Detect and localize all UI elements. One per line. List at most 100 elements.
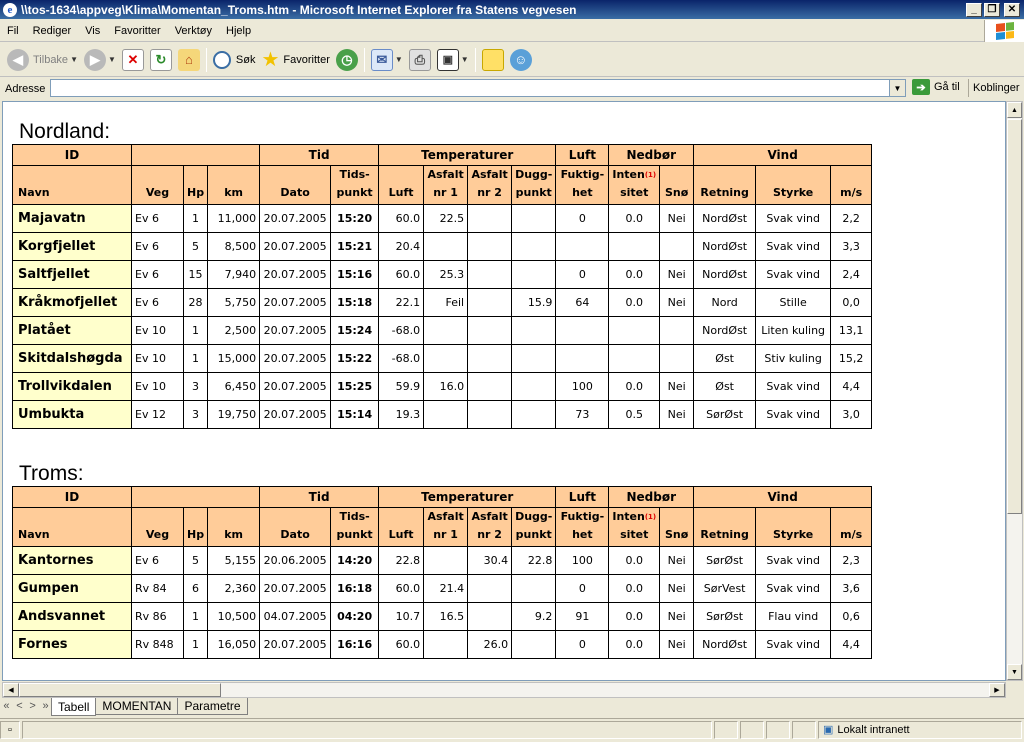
refresh-button[interactable]: ↻ bbox=[147, 46, 175, 74]
cell-styrke: Flau vind bbox=[755, 602, 832, 631]
cell-luft: 19.3 bbox=[378, 400, 425, 429]
cell-hp: 1 bbox=[182, 204, 209, 233]
menu-favorites[interactable]: Favoritter bbox=[107, 25, 167, 37]
prev-sheet-button[interactable]: < bbox=[16, 700, 22, 712]
minimize-button[interactable]: _ bbox=[966, 2, 982, 17]
cell-ms: 4,4 bbox=[830, 372, 873, 401]
cell-tid: 16:18 bbox=[330, 574, 380, 603]
forward-button[interactable]: ▶ ▼ bbox=[81, 46, 119, 74]
tab-tabell[interactable]: Tabell bbox=[51, 698, 97, 716]
chevron-down-icon[interactable]: ▼ bbox=[889, 80, 905, 96]
address-input[interactable]: ▼ bbox=[50, 79, 906, 97]
scroll-up-icon[interactable]: ▲ bbox=[1007, 102, 1022, 118]
col-header-duggpunkt: Dugg-punkt bbox=[511, 507, 557, 547]
group-header-blank bbox=[130, 144, 261, 166]
chevron-down-icon[interactable]: ▼ bbox=[461, 55, 469, 64]
cell-inten: 0.0 bbox=[608, 288, 661, 317]
menu-file[interactable]: Fil bbox=[0, 25, 26, 37]
tab-momentan[interactable]: MOMENTAN bbox=[95, 698, 179, 715]
cell-luft: 59.9 bbox=[378, 372, 425, 401]
menu-tools[interactable]: Verktøy bbox=[168, 25, 219, 37]
cell-navn: Trollvikdalen bbox=[12, 372, 132, 401]
ie-logo-icon: e bbox=[3, 2, 17, 17]
go-button[interactable]: ➔ Gå til bbox=[912, 79, 960, 95]
cell-hp: 28 bbox=[182, 288, 209, 317]
cell-ms: 3,0 bbox=[830, 400, 873, 429]
menu-edit[interactable]: Rediger bbox=[26, 25, 79, 37]
star-icon: ★ bbox=[261, 49, 280, 71]
chevron-down-icon[interactable]: ▼ bbox=[108, 55, 116, 64]
col-header-asfalt-nr1: Asfalt nr 1 bbox=[423, 507, 469, 547]
mail-button[interactable]: ✉ ▼ bbox=[368, 46, 406, 74]
col-header-ms: m/s bbox=[830, 165, 873, 205]
col-header-hp: Hp bbox=[182, 165, 209, 205]
status-text-pane bbox=[22, 720, 712, 739]
favorites-button[interactable]: ★ Favoritter bbox=[258, 46, 332, 74]
cell-sno: Nei bbox=[659, 372, 695, 401]
scroll-thumb[interactable] bbox=[19, 683, 221, 697]
menu-help[interactable]: Hjelp bbox=[219, 25, 258, 37]
cell-inten: 0.0 bbox=[608, 630, 661, 659]
vertical-scrollbar[interactable]: ▲ ▼ bbox=[1006, 101, 1023, 681]
cell-styrke: Svak vind bbox=[755, 372, 832, 401]
scroll-right-icon[interactable]: ▶ bbox=[989, 683, 1005, 697]
scroll-down-icon[interactable]: ▼ bbox=[1007, 664, 1022, 680]
edit-button[interactable]: ▣ ▼ bbox=[434, 46, 472, 74]
group-header-id: ID bbox=[12, 144, 132, 166]
close-button[interactable]: ✕ bbox=[1004, 2, 1020, 17]
home-button[interactable]: ⌂ bbox=[175, 46, 203, 74]
sheet-tabs-bar: « < > » Tabell MOMENTAN Parametre bbox=[0, 698, 1024, 716]
col-header-asfalt-nr1: Asfalt nr 1 bbox=[423, 165, 469, 205]
print-button[interactable]: ⎙ bbox=[406, 46, 434, 74]
cell-km: 15,000 bbox=[207, 344, 261, 373]
chevron-down-icon[interactable]: ▼ bbox=[70, 55, 78, 64]
table-row: Kråkmofjellet Ev 6 28 5,750 20.07.2005 15:18 2… bbox=[12, 288, 873, 317]
col-header-duggpunkt: Dugg-punkt bbox=[511, 165, 557, 205]
notes-button[interactable] bbox=[479, 46, 507, 74]
cell-fukt: 0 bbox=[555, 574, 610, 603]
search-button[interactable]: Søk bbox=[210, 46, 259, 74]
page-content: Nordland: ID Tid Temperaturer Luft Nedbør Vin… bbox=[2, 101, 1006, 681]
scroll-left-icon[interactable]: ◀ bbox=[3, 683, 19, 697]
status-pane bbox=[766, 720, 790, 739]
col-header-ms: m/s bbox=[830, 507, 873, 547]
cell-sno: Nei bbox=[659, 288, 695, 317]
cell-retning: SørØst bbox=[693, 546, 757, 575]
section-title-nordland: Nordland: bbox=[19, 120, 111, 143]
horizontal-scrollbar[interactable]: ◀ ▶ bbox=[2, 682, 1006, 698]
col-header-km: km bbox=[207, 507, 261, 547]
first-sheet-button[interactable]: « bbox=[3, 700, 9, 712]
cell-ms: 15,2 bbox=[830, 344, 873, 373]
menu-view[interactable]: Vis bbox=[78, 25, 107, 37]
col-header-luft: Luft bbox=[378, 507, 425, 547]
cell-km: 8,500 bbox=[207, 232, 261, 261]
links-button[interactable]: Koblinger bbox=[968, 79, 1019, 97]
toolbar-divider bbox=[205, 47, 207, 72]
cell-ms: 2,4 bbox=[830, 260, 873, 289]
group-header-luft: Luft bbox=[555, 486, 610, 508]
cell-navn: Kantornes bbox=[12, 546, 132, 575]
cell-fukt: 0 bbox=[555, 204, 610, 233]
scroll-thumb[interactable] bbox=[1007, 119, 1022, 514]
chevron-down-icon[interactable]: ▼ bbox=[395, 55, 403, 64]
cell-ms: 13,1 bbox=[830, 316, 873, 345]
cell-tid: 15:20 bbox=[330, 204, 380, 233]
cell-asfalt1 bbox=[423, 232, 469, 261]
cell-luft: -68.0 bbox=[378, 344, 425, 373]
back-label: Tilbake bbox=[33, 53, 69, 66]
printer-icon: ⎙ bbox=[408, 48, 431, 71]
next-sheet-button[interactable]: > bbox=[29, 700, 35, 712]
cell-dato: 20.07.2005 bbox=[259, 574, 332, 603]
restore-button[interactable]: ❐ bbox=[984, 2, 1000, 17]
tab-parametre[interactable]: Parametre bbox=[177, 698, 248, 715]
cell-dugg bbox=[511, 344, 557, 373]
back-button[interactable]: ◀ Tilbake ▼ bbox=[4, 46, 81, 74]
section-title-troms: Troms: bbox=[19, 462, 84, 485]
stop-button[interactable]: ✕ bbox=[119, 46, 147, 74]
messenger-button[interactable]: ☺ bbox=[507, 46, 535, 74]
last-sheet-button[interactable]: » bbox=[43, 700, 49, 712]
history-button[interactable]: ◷ bbox=[333, 46, 361, 74]
windows-logo-icon bbox=[984, 20, 1024, 42]
cell-styrke: Svak vind bbox=[755, 630, 832, 659]
address-label: Adresse bbox=[5, 82, 46, 95]
